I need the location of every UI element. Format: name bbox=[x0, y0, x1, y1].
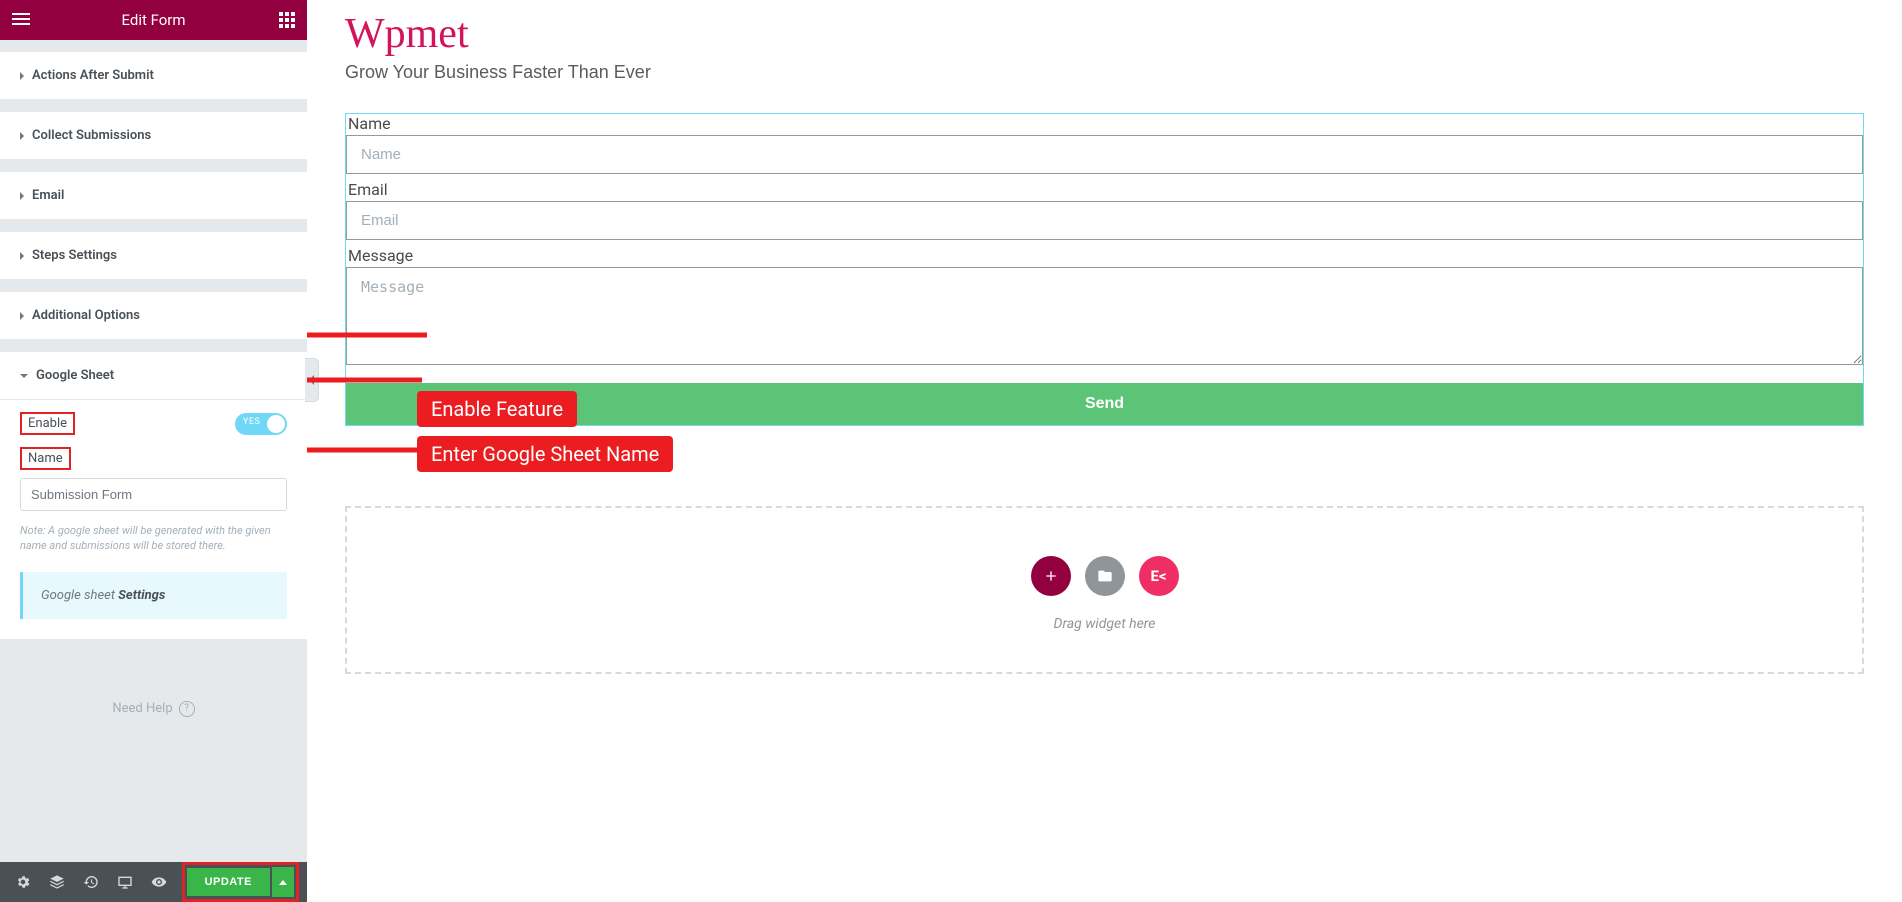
brand-tagline: Grow Your Business Faster Than Ever bbox=[345, 62, 1864, 83]
settings-icon[interactable] bbox=[8, 867, 38, 897]
responsive-icon[interactable] bbox=[110, 867, 140, 897]
panel-label: Email bbox=[32, 188, 64, 203]
caret-right-icon bbox=[20, 192, 24, 200]
enable-label: Enable bbox=[20, 412, 75, 435]
history-icon[interactable] bbox=[76, 867, 106, 897]
dropzone-text: Drag widget here bbox=[347, 616, 1862, 632]
panel-email[interactable]: Email bbox=[0, 172, 307, 220]
panel-google-sheet[interactable]: Google Sheet bbox=[0, 352, 307, 400]
apps-grid-icon[interactable] bbox=[279, 12, 295, 28]
sidebar-body: Actions After Submit Collect Submissions… bbox=[0, 40, 307, 862]
sheet-note: Note: A google sheet will be generated w… bbox=[20, 523, 287, 554]
sidebar-title: Edit Form bbox=[121, 11, 185, 29]
need-help[interactable]: Need Help ? bbox=[0, 679, 307, 739]
message-field-label: Message bbox=[346, 246, 1863, 265]
panel-label: Google Sheet bbox=[36, 368, 114, 383]
name-label: Name bbox=[20, 447, 71, 470]
editor-sidebar: Edit Form Actions After Submit Collect S… bbox=[0, 0, 307, 902]
caret-right-icon bbox=[20, 312, 24, 320]
panel-additional-options[interactable]: Additional Options bbox=[0, 292, 307, 340]
panel-collect-submissions[interactable]: Collect Submissions bbox=[0, 112, 307, 160]
add-section-button[interactable] bbox=[1031, 556, 1071, 596]
help-icon: ? bbox=[179, 701, 195, 717]
name-field-label: Name bbox=[346, 114, 1863, 133]
navigator-icon[interactable] bbox=[42, 867, 72, 897]
preview-icon[interactable] bbox=[144, 867, 174, 897]
google-sheet-settings-link[interactable]: Google sheet Settings bbox=[20, 572, 287, 619]
caret-right-icon bbox=[20, 252, 24, 260]
panel-label: Collect Submissions bbox=[32, 128, 151, 143]
message-field-input[interactable] bbox=[346, 267, 1863, 365]
preview-canvas: Wpmet Grow Your Business Faster Than Eve… bbox=[307, 0, 1902, 902]
enable-toggle[interactable]: YES bbox=[235, 413, 287, 435]
sidebar-footer: UPDATE bbox=[0, 862, 307, 902]
toggle-value: YES bbox=[243, 417, 260, 427]
update-button[interactable]: UPDATE bbox=[187, 868, 270, 896]
caret-down-icon bbox=[20, 374, 28, 378]
panel-label: Additional Options bbox=[32, 308, 140, 323]
panel-actions-after-submit[interactable]: Actions After Submit bbox=[0, 52, 307, 100]
panel-label: Steps Settings bbox=[32, 248, 117, 263]
add-template-button[interactable] bbox=[1085, 556, 1125, 596]
email-field-label: Email bbox=[346, 180, 1863, 199]
sidebar-header: Edit Form bbox=[0, 0, 307, 40]
name-field-input[interactable] bbox=[346, 135, 1863, 174]
elementskit-button[interactable]: E< bbox=[1139, 556, 1179, 596]
email-field-input[interactable] bbox=[346, 201, 1863, 240]
panel-steps-settings[interactable]: Steps Settings bbox=[0, 232, 307, 280]
caret-right-icon bbox=[20, 72, 24, 80]
caret-right-icon bbox=[20, 132, 24, 140]
panel-label: Actions After Submit bbox=[32, 68, 154, 83]
annotation-enable-feature: Enable Feature bbox=[417, 391, 577, 427]
brand-title: Wpmet bbox=[345, 10, 1864, 58]
add-section-dropzone[interactable]: E< Drag widget here bbox=[345, 506, 1864, 674]
annotation-enter-sheet-name: Enter Google Sheet Name bbox=[417, 436, 673, 472]
update-options-button[interactable] bbox=[272, 867, 294, 897]
update-button-group: UPDATE bbox=[182, 862, 299, 902]
google-sheet-panel-body: Enable YES Name Note: A google sheet wil… bbox=[0, 400, 307, 639]
menu-icon[interactable] bbox=[12, 10, 30, 28]
sheet-name-input[interactable] bbox=[20, 478, 287, 511]
form-widget[interactable]: Name Email Message Send bbox=[345, 113, 1864, 426]
